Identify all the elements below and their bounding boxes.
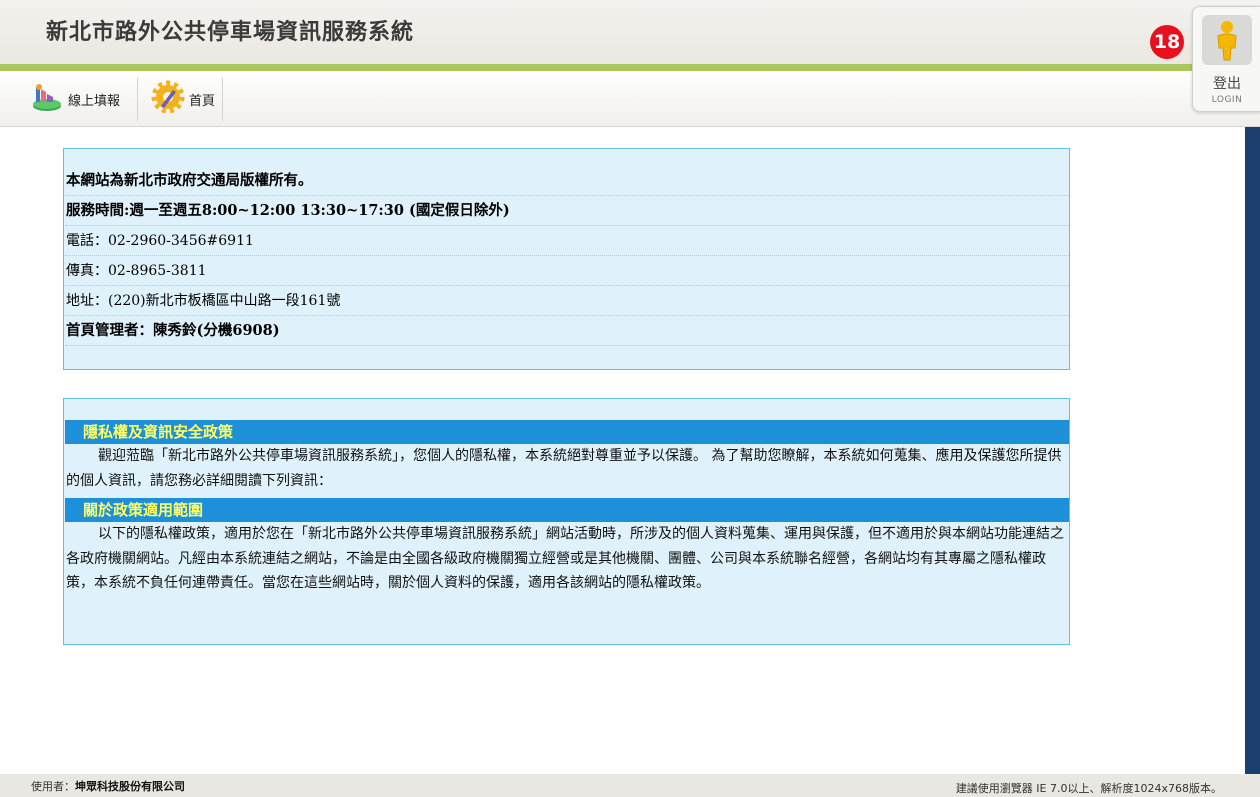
privacy-policy-box: 隱私權及資訊安全政策 觀迎蒞臨「新北市路外公共停車場資訊服務系統」，您個人的隱私… [63, 398, 1070, 645]
footer-user-name: 坤眾科技股份有限公司 [75, 780, 185, 793]
admin-text: 首頁管理者：陳秀鈴(分機6908) [65, 316, 1069, 346]
menu-separator [222, 77, 223, 121]
policy-scope-heading: 關於政策適用範圍 [65, 498, 1069, 522]
notification-badge[interactable]: 18 [1150, 25, 1184, 59]
footer-user-label: 使用者： [31, 780, 75, 793]
contact-info-box: 本網站為新北市政府交通局版權所有。 服務時間:週一至週五8:00~12:00 1… [63, 148, 1070, 370]
user-icon [1202, 15, 1252, 65]
gear-home-icon [151, 80, 185, 118]
copyright-text: 本網站為新北市政府交通局版權所有。 [65, 166, 1069, 196]
menu-item-home[interactable]: 首頁 [145, 77, 221, 121]
fax-text: 傳真：02-8965-3811 [65, 256, 1069, 286]
header: 新北市路外公共停車場資訊服務系統 [0, 0, 1260, 64]
right-edge-stripe [1245, 127, 1260, 774]
privacy-policy-paragraph: 觀迎蒞臨「新北市路外公共停車場資訊服務系統」，您個人的隱私權，本系統絕對尊重並予… [66, 448, 1062, 489]
service-hours-text: 服務時間:週一至週五8:00~12:00 13:30~17:30 (國定假日除外… [65, 196, 1069, 226]
footer-browser-note: 建議使用瀏覽器 IE 7.0以上、解析度1024x768版本。 [955, 782, 1222, 795]
address-text: 地址：(220)新北市板橋區中山路一段161號 [65, 286, 1069, 316]
logout-label: 登出 [1213, 76, 1241, 92]
chart-report-icon [30, 80, 64, 118]
login-sublabel: LOGIN [1211, 95, 1243, 105]
menu-separator [137, 77, 138, 121]
menu-bar: 線上填報 首頁 [0, 71, 1260, 127]
phone-text: 電話：02-2960-3456#6911 [65, 226, 1069, 256]
menu-item-online-report[interactable]: 線上填報 [24, 77, 126, 121]
privacy-policy-heading: 隱私權及資訊安全政策 [65, 420, 1069, 444]
menu-item-label: 首頁 [189, 93, 216, 109]
footer-user: 使用者：坤眾科技股份有限公司 [31, 778, 185, 794]
logout-button[interactable]: 登出 LOGIN [1192, 6, 1260, 112]
menu-item-label: 線上填報 [68, 93, 121, 109]
header-accent-bar [0, 64, 1260, 71]
policy-scope-paragraph: 以下的隱私權政策，適用於您在「新北市路外公共停車場資訊服務系統」網站活動時，所涉… [66, 526, 1064, 591]
footer: 使用者：坤眾科技股份有限公司 建議使用瀏覽器 IE 7.0以上、解析度1024x… [0, 774, 1260, 797]
site-title: 新北市路外公共停車場資訊服務系統 [46, 20, 415, 45]
